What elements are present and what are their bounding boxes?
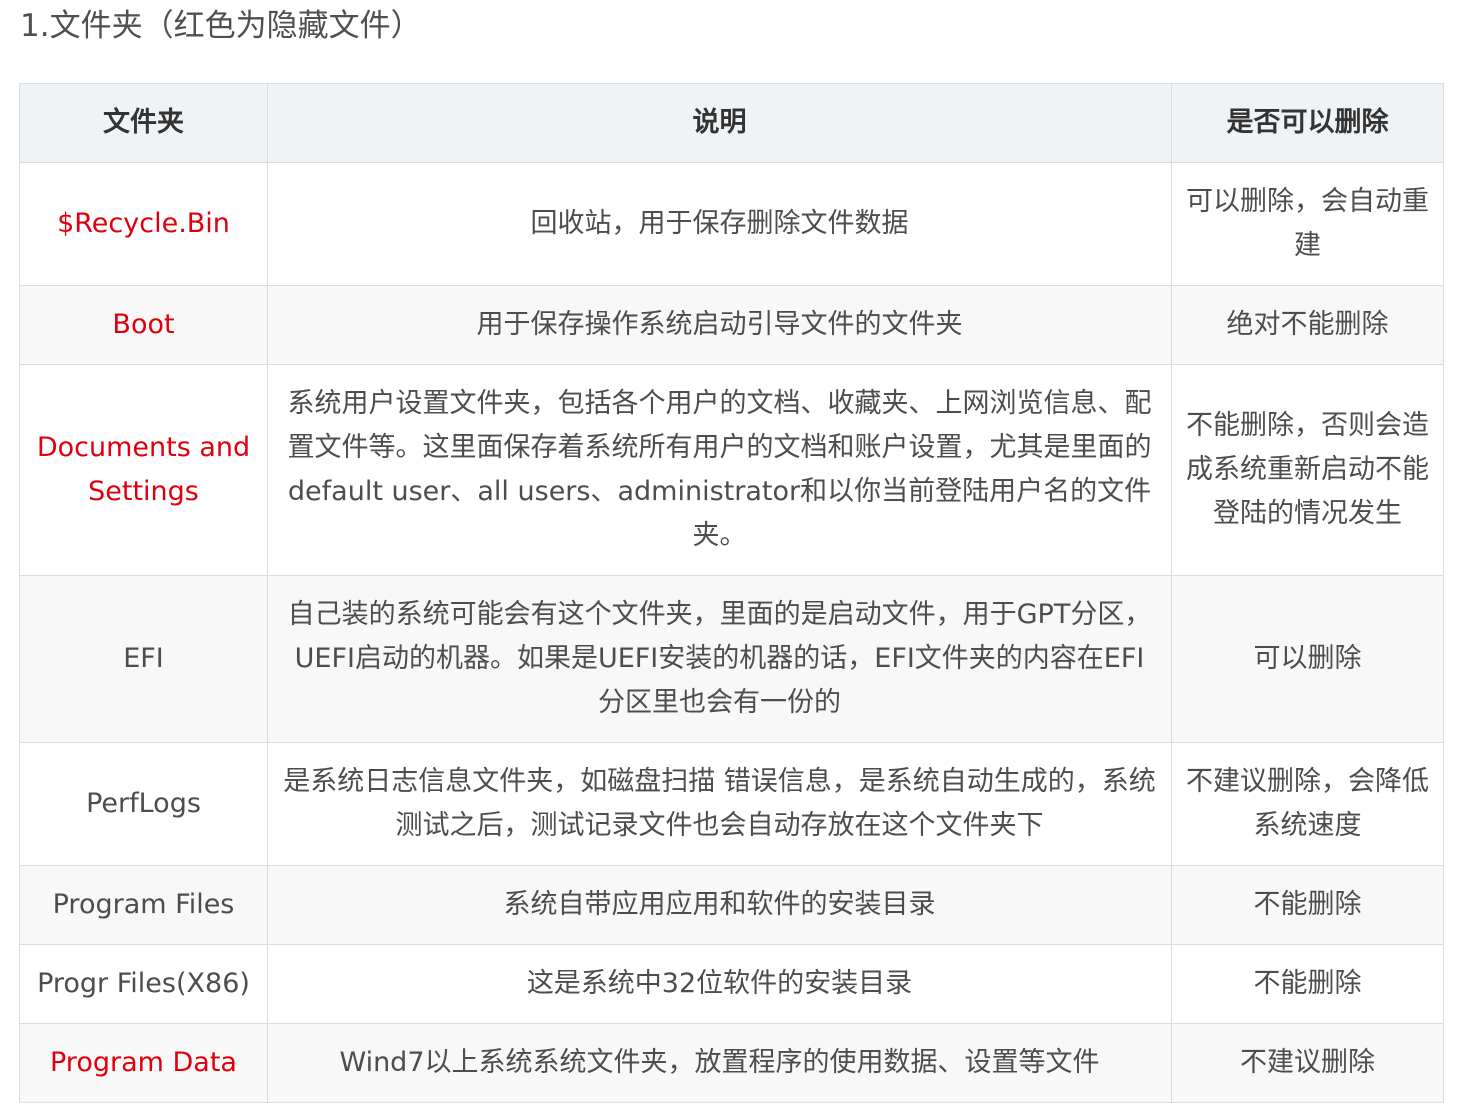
header-description: 说明 — [267, 83, 1172, 163]
deletable-cell: 不建议删除 — [1171, 1023, 1444, 1103]
deletable-cell: 可以删除 — [1171, 575, 1444, 743]
folder-name-cell: Boot — [19, 285, 268, 365]
table-row: Program Data Wind7以上系统系统文件夹，放置程序的使用数据、设置… — [19, 1023, 1444, 1103]
description-cell: 用于保存操作系统启动引导文件的文件夹 — [267, 285, 1172, 365]
section-heading: 1.文件夹（红色为隐藏文件） — [20, 8, 422, 44]
table-row: Program Files 系统自带应用应用和软件的安装目录 不能删除 — [19, 865, 1444, 945]
table-row: EFI 自己装的系统可能会有这个文件夹，里面的是启动文件，用于GPT分区，UEF… — [19, 575, 1444, 743]
folder-name-cell: Program Data — [19, 1023, 268, 1103]
folder-name-cell: PerfLogs — [19, 742, 268, 866]
description-cell: 是系统日志信息文件夹，如磁盘扫描 错误信息，是系统自动生成的，系统测试之后，测试… — [267, 742, 1172, 866]
deletable-cell: 不能删除，否则会造成系统重新启动不能登陆的情况发生 — [1171, 364, 1444, 576]
table-row: PerfLogs 是系统日志信息文件夹，如磁盘扫描 错误信息，是系统自动生成的，… — [19, 742, 1444, 866]
description-cell: 自己装的系统可能会有这个文件夹，里面的是启动文件，用于GPT分区，UEFI启动的… — [267, 575, 1172, 743]
folder-name-cell: EFI — [19, 575, 268, 743]
table-row: Boot 用于保存操作系统启动引导文件的文件夹 绝对不能删除 — [19, 285, 1444, 365]
deletable-cell: 绝对不能删除 — [1171, 285, 1444, 365]
header-deletable: 是否可以删除 — [1171, 83, 1444, 163]
deletable-cell: 不能删除 — [1171, 944, 1444, 1024]
description-cell: 系统用户设置文件夹，包括各个用户的文档、收藏夹、上网浏览信息、配置文件等。这里面… — [267, 364, 1172, 576]
table-row: Documents and Settings 系统用户设置文件夹，包括各个用户的… — [19, 364, 1444, 576]
folder-name-cell: Progr Files(X86) — [19, 944, 268, 1024]
description-cell: 这是系统中32位软件的安装目录 — [267, 944, 1172, 1024]
table-row: $Recycle.Bin 回收站，用于保存删除文件数据 可以删除，会自动重建 — [19, 162, 1444, 286]
deletable-cell: 不建议删除，会降低系统速度 — [1171, 742, 1444, 866]
folder-name-cell: $Recycle.Bin — [19, 162, 268, 286]
folder-name-cell: Documents and Settings — [19, 364, 268, 576]
folders-table: 文件夹 说明 是否可以删除 $Recycle.Bin 回收站，用于保存删除文件数… — [19, 83, 1444, 1103]
deletable-cell: 不能删除 — [1171, 865, 1444, 945]
table-row: Progr Files(X86) 这是系统中32位软件的安装目录 不能删除 — [19, 944, 1444, 1024]
description-cell: Wind7以上系统系统文件夹，放置程序的使用数据、设置等文件 — [267, 1023, 1172, 1103]
description-cell: 回收站，用于保存删除文件数据 — [267, 162, 1172, 286]
header-folder: 文件夹 — [19, 83, 268, 163]
description-cell: 系统自带应用应用和软件的安装目录 — [267, 865, 1172, 945]
folder-name-cell: Program Files — [19, 865, 268, 945]
deletable-cell: 可以删除，会自动重建 — [1171, 162, 1444, 286]
table-header-row: 文件夹 说明 是否可以删除 — [19, 83, 1444, 163]
